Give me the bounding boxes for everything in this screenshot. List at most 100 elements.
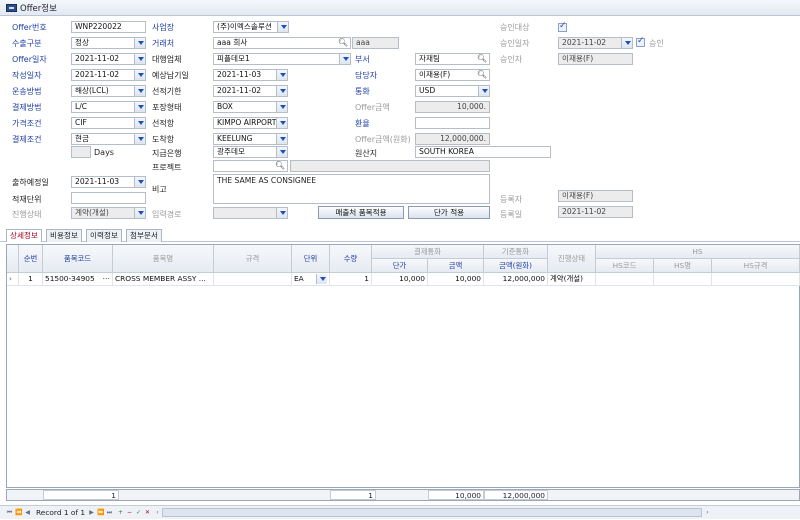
cell-item-code[interactable]: 51500-34905 ⋯ [43,273,113,286]
col-unit[interactable]: 단위 [292,245,330,273]
chevron-down-icon[interactable] [134,177,145,187]
chevron-down-icon[interactable] [276,147,287,157]
chevron-down-icon[interactable] [134,70,145,80]
chevron-down-icon[interactable] [134,86,145,96]
manager-field[interactable]: 이재용(F) 🔍︎ [415,69,490,81]
search-icon[interactable]: 🔍︎ [275,161,285,171]
chevron-down-icon[interactable] [339,54,350,64]
scroll-right-icon[interactable]: › [704,509,711,516]
col-spec[interactable]: 규격 [214,245,292,273]
cell-hs-code[interactable] [596,273,654,286]
ship-deadline-field[interactable]: 2021-11-02 [213,85,288,97]
tab-history[interactable]: 이력정보 [86,229,122,242]
col-status[interactable]: 진행상태 [548,245,596,273]
currency-select[interactable]: USD [415,85,490,97]
exch-field[interactable] [415,117,490,129]
expect-pay-field[interactable]: 2021-11-03 [213,69,288,81]
payment-select[interactable]: L/C [71,101,146,113]
horizontal-scrollbar[interactable] [162,508,702,517]
col-unit-price[interactable]: 단가 [372,259,428,273]
project-field[interactable]: 🔍︎ [213,160,288,172]
price-apply-button[interactable]: 단가 적용 [408,206,490,219]
add-record-icon[interactable]: + [117,509,124,516]
cell-item-name[interactable]: CROSS MEMBER ASSY ... [113,273,214,286]
ellipsis-icon[interactable]: ⋯ [103,273,110,285]
chevron-down-icon[interactable] [276,208,287,218]
chevron-down-icon[interactable] [316,274,327,284]
first-record-icon[interactable]: ⏮ [6,509,13,516]
prev-page-icon[interactable]: ⏪ [15,509,22,516]
client-field[interactable]: aaa 회사 🔍︎ [213,37,351,49]
cell-unit-price[interactable]: 10,000 [372,273,428,286]
progress-select[interactable]: 계약(개설) [71,207,146,219]
cell-amount-krw[interactable]: 12,000,000 [484,273,548,286]
scroll-left-icon[interactable]: ‹ [154,509,161,516]
col-qty[interactable]: 수량 [330,245,372,273]
load-unit-field[interactable] [71,192,146,204]
days-field[interactable] [71,146,91,158]
cancel-record-icon[interactable]: ✕ [144,509,151,516]
col-hs-code[interactable]: HS코드 [596,259,654,273]
chevron-down-icon[interactable] [276,118,287,128]
write-date-field[interactable]: 2021-11-02 [71,69,146,81]
col-seq[interactable]: 순번 [19,245,43,273]
next-record-icon[interactable]: ▶ [88,509,95,516]
memo-textarea[interactable]: THE SAME AS CONSIGNEE [213,174,490,204]
biz-select[interactable]: (주)이멕스솔루션 [213,21,289,33]
offer-date-field[interactable]: 2021-11-02 [71,53,146,65]
ship-port-select[interactable]: KIMPO AIRPORT [213,117,288,129]
col-hs-name[interactable]: HS명 [654,259,712,273]
arrive-port-select[interactable]: KEELUNG [213,133,288,145]
chevron-down-icon[interactable] [276,102,287,112]
search-icon[interactable]: 🔍︎ [338,38,348,48]
offer-no-field[interactable]: WNP220022 [71,21,146,33]
chevron-down-icon[interactable] [276,86,287,96]
approve-checkbox[interactable] [636,36,645,47]
cell-amount[interactable]: 10,000 [428,273,484,286]
agent-select[interactable]: 피플데모1 [213,53,351,65]
col-item-code[interactable]: 품목코드 [43,245,113,273]
origin-field[interactable]: SOUTH KOREA [415,146,551,158]
col-hs-spec[interactable]: HS규격 [712,259,800,273]
chevron-down-icon[interactable] [134,54,145,64]
cell-hs-name[interactable] [654,273,712,286]
chevron-down-icon[interactable] [134,102,145,112]
chevron-down-icon[interactable] [276,134,287,144]
settle-cond-select[interactable]: 현금 [71,133,146,145]
cell-qty[interactable]: 1 [330,273,372,286]
dept-field[interactable]: 자재팀 🔍︎ [415,53,490,65]
chevron-down-icon[interactable] [621,38,632,48]
buyer-item-apply-button[interactable]: 매출처 품목적용 [318,206,404,219]
input-path-select[interactable] [213,207,288,219]
chevron-down-icon[interactable] [276,70,287,80]
chevron-down-icon[interactable] [134,118,145,128]
pay-bank-select[interactable]: 광주데모 [213,146,288,158]
last-record-icon[interactable]: ⏭ [106,509,113,516]
chevron-down-icon[interactable] [478,86,489,96]
cell-hs-spec[interactable] [712,273,800,286]
tab-cost[interactable]: 비용정보 [46,229,82,242]
cell-unit[interactable]: EA [292,273,330,286]
search-icon[interactable]: 🔍︎ [477,70,487,80]
tab-attachments[interactable]: 첨부문서 [126,229,162,242]
cell-status[interactable]: 계약(개설) [548,273,596,286]
cell-spec[interactable] [214,273,292,286]
ship-plan-field[interactable]: 2021-11-03 [71,176,146,188]
search-icon[interactable]: 🔍︎ [477,54,487,64]
pack-select[interactable]: BOX [213,101,288,113]
col-item-name[interactable]: 품목명 [113,245,214,273]
next-page-icon[interactable]: ⏩ [97,509,104,516]
col-amount-krw[interactable]: 금액(원화) [484,259,548,273]
chevron-down-icon[interactable] [134,208,145,218]
chevron-down-icon[interactable] [277,22,288,32]
tab-detail[interactable]: 상세정보 [6,229,42,242]
save-record-icon[interactable]: ✓ [135,509,142,516]
approval-date-field[interactable]: 2021-11-02 [558,37,633,49]
price-cond-select[interactable]: CIF [71,117,146,129]
prev-record-icon[interactable]: ◀ [24,509,31,516]
chevron-down-icon[interactable] [134,38,145,48]
approval-target-checkbox[interactable] [558,21,567,32]
chevron-down-icon[interactable] [134,134,145,144]
export-type-select[interactable]: 정상 [71,37,146,49]
cell-seq[interactable]: 1 [19,273,43,286]
